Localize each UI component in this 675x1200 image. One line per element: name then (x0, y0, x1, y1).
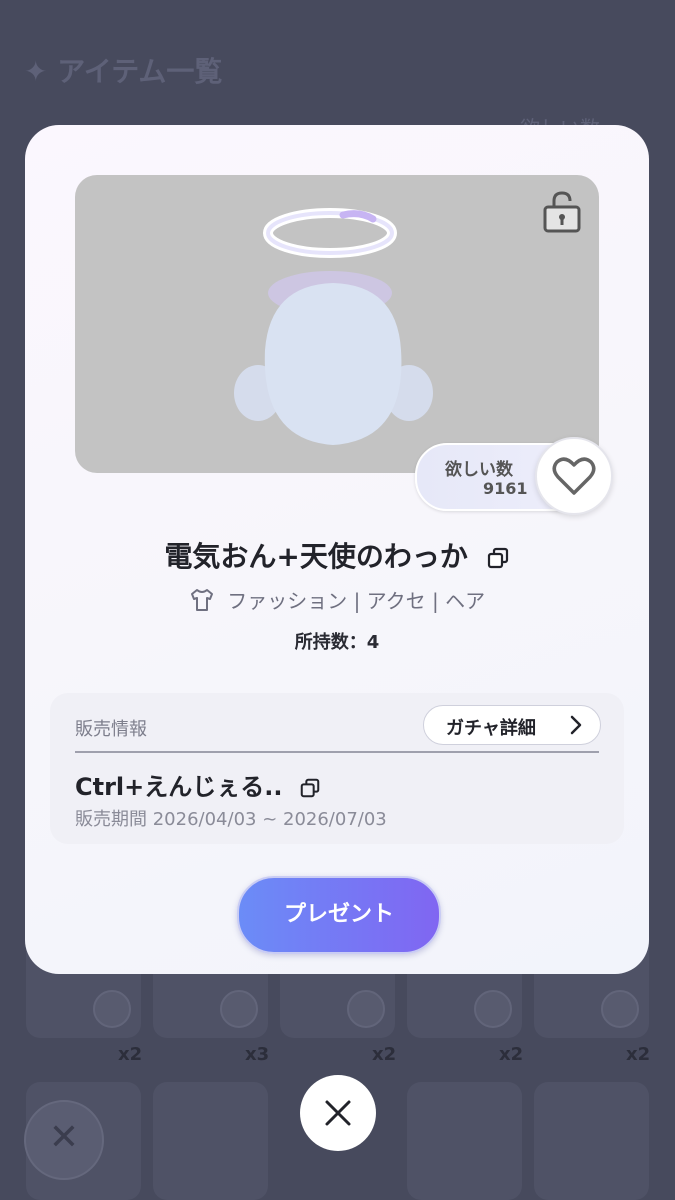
item-preview (75, 175, 599, 473)
item-name: 電気おん+天使のわっか (164, 540, 468, 573)
background-item-count: x2 (499, 1044, 524, 1065)
heart-icon (552, 457, 596, 495)
item-detail-modal: 欲しい数 9161 電気おん+天使のわっか ファッション | アクセ | ヘア … (25, 125, 649, 974)
sales-period: 販売期間 2026/04/03 ~ 2026/07/03 (75, 809, 387, 830)
item-title: 電気おん+天使のわっか (25, 535, 649, 575)
item-category: ファッション | アクセ | ヘア (25, 585, 649, 614)
close-icon (325, 1100, 351, 1126)
gacha-detail-button[interactable]: ガチャ詳細 (423, 705, 601, 745)
wish-count-label: 欲しい数 (445, 460, 513, 480)
wish-count-value: 9161 (483, 479, 528, 498)
lock-icon (220, 990, 258, 1028)
background-item-tile (407, 1082, 522, 1200)
sales-info-panel: 販売情報 ガチャ詳細 Ctrl+えんじぇる.. 販売期間 2026/04/03 … (50, 693, 624, 844)
wish-heart-button[interactable] (535, 437, 613, 515)
lock-icon (93, 990, 131, 1028)
sales-info-label: 販売情報 (75, 719, 147, 740)
background-close-button: ✕ (24, 1100, 104, 1180)
background-item-tile (534, 1082, 649, 1200)
category-path: ファッション | アクセ | ヘア (227, 589, 486, 613)
item-preview-image (234, 208, 433, 445)
background-item-count: x3 (245, 1044, 270, 1065)
background-item-count: x2 (626, 1044, 651, 1065)
gacha-name: Ctrl+えんじぇる.. (75, 767, 321, 802)
copy-icon[interactable] (486, 546, 510, 570)
lock-icon (601, 990, 639, 1028)
owned-count: 所持数：4 (294, 632, 380, 653)
gacha-detail-label: ガチャ詳細 (446, 718, 536, 739)
background-header: ✦ アイテム一覧 (24, 55, 223, 88)
background-item-tile (153, 1082, 268, 1200)
unlock-icon[interactable] (541, 189, 583, 233)
lock-icon (347, 990, 385, 1028)
present-button[interactable]: プレゼント (237, 876, 441, 954)
sales-divider (75, 751, 599, 753)
chevron-right-icon (570, 715, 582, 735)
gacha-name-text: Ctrl+えんじぇる.. (75, 773, 283, 801)
copy-icon[interactable] (299, 777, 321, 799)
shirt-icon (190, 588, 213, 611)
close-modal-button[interactable] (300, 1075, 376, 1151)
lock-icon (474, 990, 512, 1028)
background-item-count: x2 (118, 1044, 143, 1065)
background-item-count: x2 (372, 1044, 397, 1065)
